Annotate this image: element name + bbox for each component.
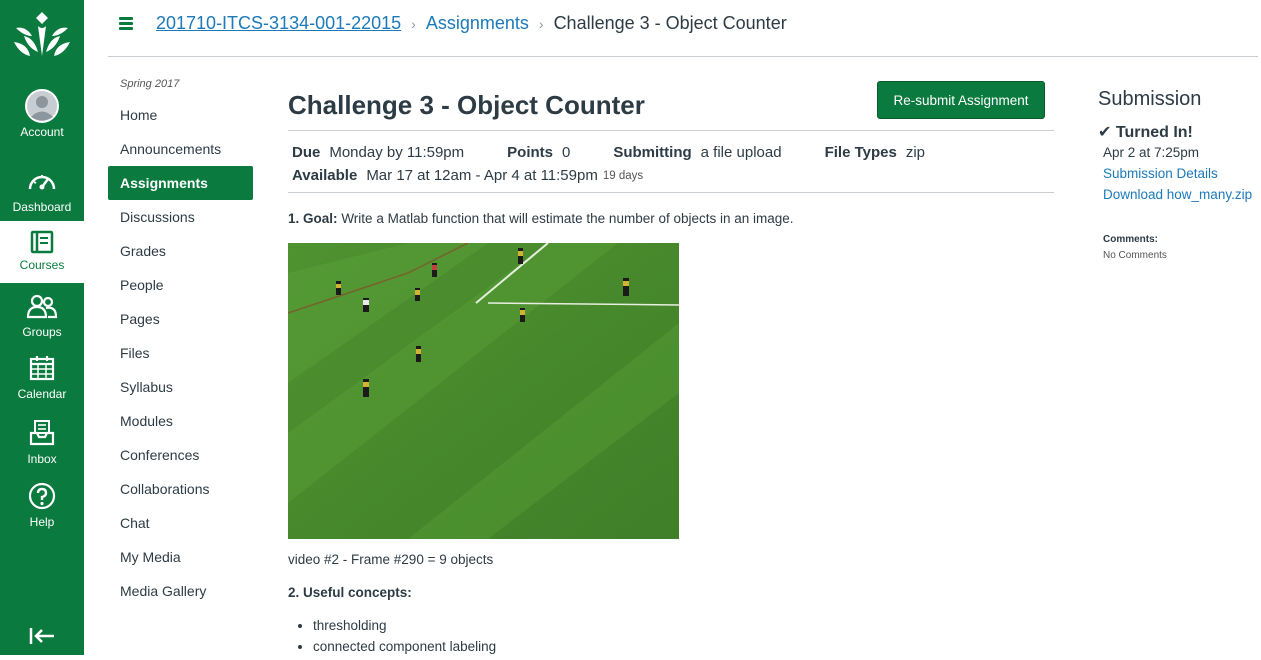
divider (288, 192, 1054, 193)
courses-icon (24, 227, 60, 257)
goal-number: 1. (288, 211, 300, 226)
available-value: Mar 17 at 12am - Apr 4 at 11:59pm (366, 167, 598, 184)
submission-heading: Submission (1098, 88, 1202, 110)
global-nav-label: Inbox (27, 452, 57, 466)
breadcrumb-current: Challenge 3 - Object Counter (553, 13, 787, 33)
submission-sidebar: Submission ✔ Turned In! Apr 2 at 7:25pm … (1098, 88, 1261, 261)
course-nav-media-gallery[interactable]: Media Gallery (108, 574, 253, 608)
global-nav-label: Calendar (17, 387, 67, 401)
comments-label: Comments: (1103, 234, 1159, 245)
list-item: thresholding (313, 618, 496, 639)
global-nav-label: Help (29, 515, 55, 529)
breadcrumb-course-link[interactable]: 201710-ITCS-3134-001-22015 (156, 13, 401, 34)
submission-details-link[interactable]: Submission Details (1103, 166, 1218, 181)
course-nav-discussions[interactable]: Discussions (108, 200, 253, 234)
available-days: 19 days (602, 169, 644, 182)
useful-number: 2. (288, 585, 300, 600)
file-types-label: File Types (824, 144, 897, 161)
global-nav-groups[interactable]: Groups (0, 288, 84, 350)
list-item: connected component labeling (313, 639, 496, 660)
concepts-list: thresholding connected component labelin… (313, 618, 496, 660)
university-logo[interactable] (0, 0, 84, 70)
global-nav-label: Dashboard (12, 200, 72, 214)
course-nav-grades[interactable]: Grades (108, 234, 253, 268)
breadcrumb-separator-icon: › (411, 15, 416, 32)
soccer-field-image (288, 243, 679, 539)
goal-paragraph: 1. Goal: Write a Matlab function that wi… (288, 211, 794, 226)
points-value: 0 (562, 144, 571, 161)
dashboard-icon (24, 163, 60, 199)
course-menu-toggle-icon[interactable] (119, 17, 133, 31)
course-nav-chat[interactable]: Chat (108, 506, 253, 540)
divider (288, 130, 1054, 131)
submitting-label: Submitting (613, 144, 692, 161)
points-label: Points (507, 144, 553, 161)
course-nav: Spring 2017 Home Announcements Assignmen… (108, 78, 253, 608)
image-caption: video #2 - Frame #290 = 9 objects (288, 552, 494, 567)
page-title: Challenge 3 - Object Counter (288, 90, 645, 120)
goal-label: Goal: (303, 211, 338, 226)
global-nav-help[interactable]: Help (0, 478, 84, 540)
page-header: 201710-ITCS-3134-001-22015 › Assignments… (108, 0, 1258, 57)
breadcrumb-assignments-link[interactable]: Assignments (426, 13, 529, 34)
resubmit-assignment-button[interactable]: Re-submit Assignment (877, 81, 1045, 119)
submission-date: Apr 2 at 7:25pm (1103, 145, 1200, 160)
useful-label: Useful concepts: (303, 585, 412, 600)
turned-in-label: Turned In! (1115, 124, 1193, 141)
global-nav-account[interactable]: Account (0, 88, 84, 150)
due-label: Due (292, 144, 321, 161)
help-icon (24, 478, 60, 514)
course-nav-assignments[interactable]: Assignments (108, 166, 253, 200)
course-nav-home[interactable]: Home (108, 98, 253, 132)
download-link[interactable]: Download how_many.zip (1103, 187, 1252, 202)
course-nav-my-media[interactable]: My Media (108, 540, 253, 574)
global-nav-courses[interactable]: Courses (0, 221, 84, 283)
global-nav-label: Courses (19, 258, 65, 272)
comments-value: No Comments (1103, 250, 1167, 261)
collapse-nav-icon[interactable] (28, 622, 56, 650)
breadcrumb: 201710-ITCS-3134-001-22015 › Assignments… (156, 13, 787, 34)
checkmark-icon: ✔ (1098, 124, 1112, 141)
global-nav-inbox[interactable]: Inbox (0, 415, 84, 477)
course-nav-files[interactable]: Files (108, 336, 253, 370)
groups-icon (24, 288, 60, 324)
calendar-icon (24, 350, 60, 386)
course-term: Spring 2017 (120, 78, 180, 90)
breadcrumb-separator-icon: › (538, 15, 544, 32)
account-avatar-icon (24, 88, 60, 124)
assignment-details: Due Monday by 11:59pm Points 0 Submittin… (292, 141, 925, 187)
submitting-value: a file upload (700, 144, 782, 161)
course-nav-collaborations[interactable]: Collaborations (108, 472, 253, 506)
available-label: Available (292, 167, 358, 184)
useful-concepts-heading: 2. Useful concepts: (288, 585, 412, 600)
global-nav-label: Account (20, 125, 64, 139)
global-nav-dashboard[interactable]: Dashboard (0, 163, 84, 225)
global-nav-calendar[interactable]: Calendar (0, 350, 84, 412)
course-nav-announcements[interactable]: Announcements (108, 132, 253, 166)
course-nav-people[interactable]: People (108, 268, 253, 302)
global-nav: Account Dashboard Courses Groups Calenda… (0, 0, 84, 655)
course-nav-modules[interactable]: Modules (108, 404, 253, 438)
course-nav-conferences[interactable]: Conferences (108, 438, 253, 472)
file-types-value: zip (905, 144, 926, 161)
due-value: Monday by 11:59pm (329, 144, 465, 161)
course-nav-pages[interactable]: Pages (108, 302, 253, 336)
turned-in-status: ✔ Turned In! (1098, 122, 1193, 142)
global-nav-label: Groups (22, 325, 62, 339)
inbox-icon (24, 415, 60, 451)
course-nav-syllabus[interactable]: Syllabus (108, 370, 253, 404)
goal-text: Write a Matlab function that will estima… (341, 211, 794, 226)
